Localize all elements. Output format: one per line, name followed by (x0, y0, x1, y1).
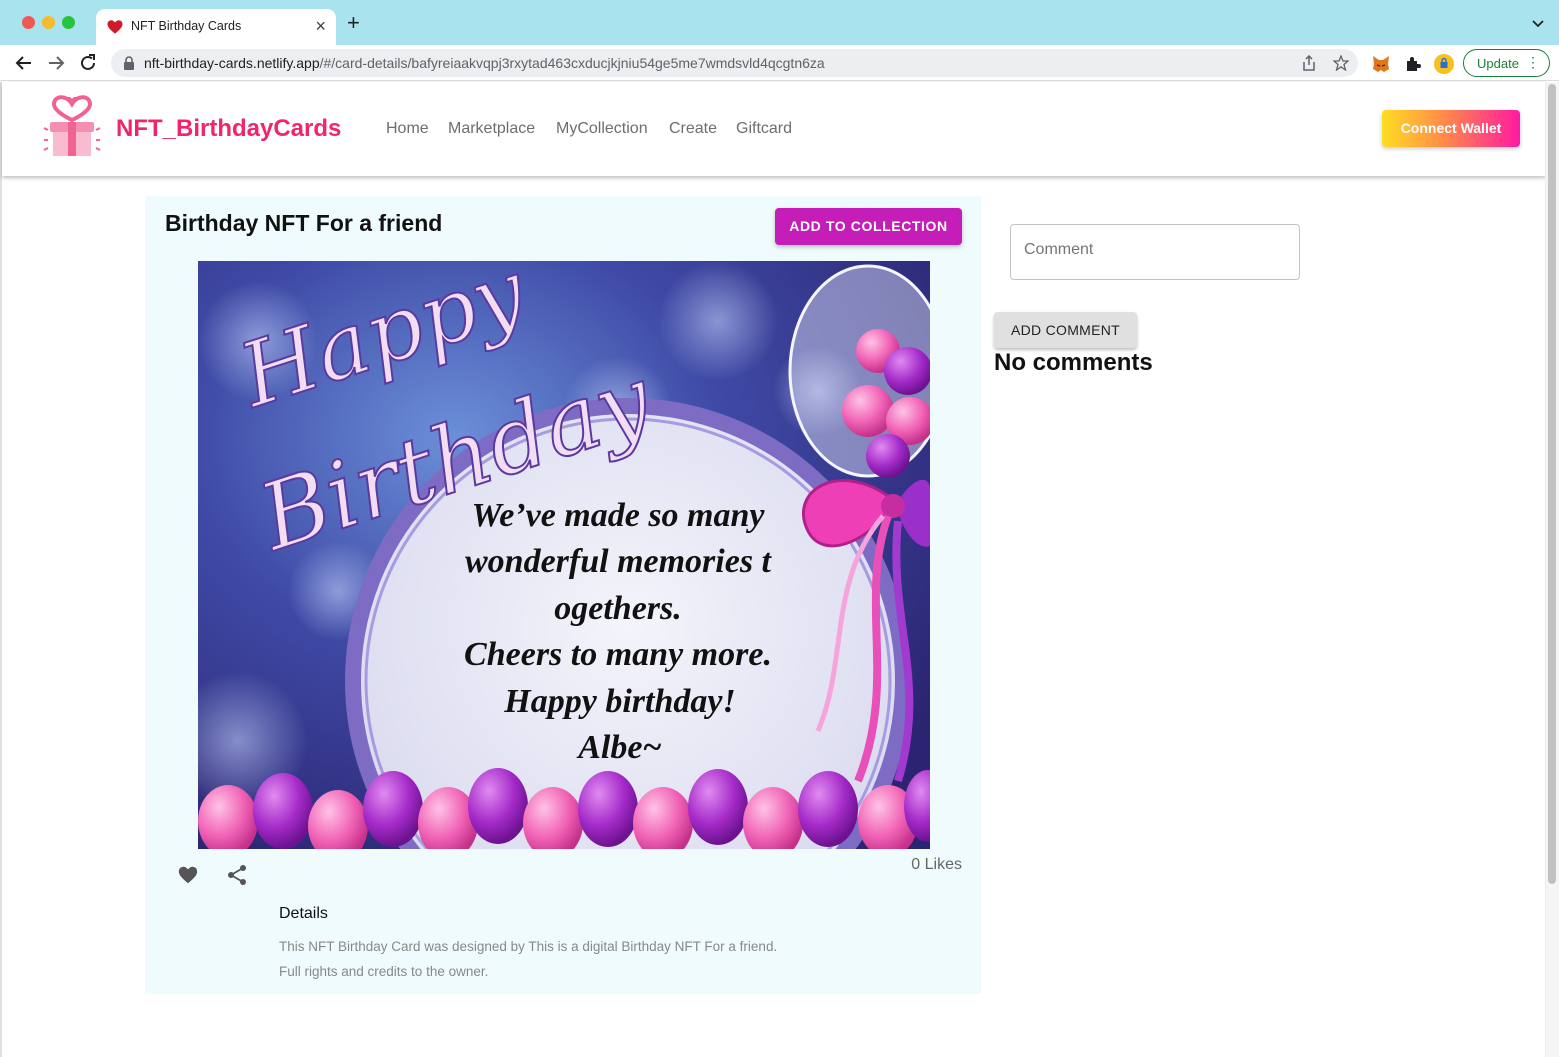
gift-heart-logo-icon[interactable] (42, 90, 102, 160)
tab-title: NFT Birthday Cards (131, 19, 242, 33)
card-message-line: We’ve made so many (471, 497, 765, 534)
details-line: This NFT Birthday Card was designed by T… (279, 939, 778, 954)
new-tab-icon[interactable]: + (347, 12, 360, 34)
share-page-icon[interactable] (1301, 55, 1317, 71)
brand-title[interactable]: NFT_BirthdayCards (116, 115, 341, 143)
like-heart-icon[interactable] (177, 864, 199, 886)
details-description: This NFT Birthday Card was designed by T… (279, 934, 879, 984)
update-button[interactable]: Update ⋮ (1463, 49, 1550, 77)
url-text: nft-birthday-cards.netlify.app/#/card-de… (144, 55, 825, 71)
nav-create[interactable]: Create (669, 120, 717, 138)
profile-icon[interactable] (1434, 54, 1454, 74)
nav-giftcard[interactable]: Giftcard (736, 120, 792, 138)
details-line: Full rights and credits to the owner. (279, 964, 489, 979)
more-vertical-icon[interactable]: ⋮ (1526, 55, 1540, 69)
url-host: nft-birthday-cards.netlify.app (144, 55, 320, 71)
window-close-button[interactable] (22, 16, 35, 29)
comment-field[interactable] (1010, 224, 1300, 280)
extensions-puzzle-icon[interactable] (1403, 54, 1423, 74)
scrollbar-thumb[interactable] (1548, 84, 1556, 884)
back-arrow-icon[interactable] (13, 52, 35, 74)
add-to-collection-button[interactable]: ADD TO COLLECTION (775, 208, 962, 245)
nav-marketplace[interactable]: Marketplace (448, 120, 535, 138)
forward-arrow-icon[interactable] (45, 52, 67, 74)
browser-toolbar: nft-birthday-cards.netlify.app/#/card-de… (0, 45, 1559, 81)
details-heading: Details (279, 905, 328, 922)
card-message-line: Cheers to many more. (464, 636, 772, 673)
address-bar[interactable]: nft-birthday-cards.netlify.app/#/card-de… (111, 49, 1358, 77)
reload-icon[interactable] (77, 52, 99, 74)
likes-count: 0 Likes (911, 856, 962, 873)
no-comments-text: No comments (994, 349, 1153, 376)
comment-input[interactable] (1024, 241, 1284, 259)
nav-home[interactable]: Home (386, 120, 429, 138)
page-viewport: NFT_BirthdayCards Home Marketplace MyCol… (0, 82, 1559, 1057)
window-minimize-button[interactable] (42, 16, 55, 29)
metamask-fox-icon[interactable] (1371, 54, 1391, 74)
browser-titlebar: NFT Birthday Cards × + (0, 0, 1559, 45)
heart-favicon-icon (107, 20, 123, 34)
card-message-line: wonderful memories t (465, 543, 773, 580)
app-header: NFT_BirthdayCards Home Marketplace MyCol… (2, 82, 1546, 176)
share-icon[interactable] (227, 864, 247, 886)
tab-close-icon[interactable]: × (315, 16, 326, 37)
window-maximize-button[interactable] (62, 16, 75, 29)
card-message-line: Albe~ (576, 729, 662, 766)
tab-list-chevron-icon[interactable] (1531, 17, 1545, 31)
url-path: /#/card-details/bafyreiaakvqpj3rxytad463… (319, 55, 825, 71)
connect-wallet-button[interactable]: Connect Wallet (1382, 110, 1520, 147)
card-title: Birthday NFT For a friend (165, 210, 443, 236)
card-message-line: ogethers. (554, 590, 682, 627)
browser-tab[interactable]: NFT Birthday Cards × (96, 9, 336, 45)
card-message-line: Happy birthday! (503, 683, 735, 720)
card-details-panel: Birthday NFT For a friend ADD TO COLLECT… (145, 196, 981, 994)
nav-mycollection[interactable]: MyCollection (556, 120, 648, 138)
window-edge (0, 82, 2, 1057)
bookmark-star-icon[interactable] (1333, 55, 1349, 71)
add-comment-button[interactable]: ADD COMMENT (994, 312, 1137, 348)
birthday-card-image: Happy Birthday We’ve made so many wonder… (198, 261, 930, 849)
lock-icon (124, 56, 134, 70)
page-scrollbar[interactable] (1545, 82, 1559, 1057)
update-label: Update (1477, 56, 1519, 71)
